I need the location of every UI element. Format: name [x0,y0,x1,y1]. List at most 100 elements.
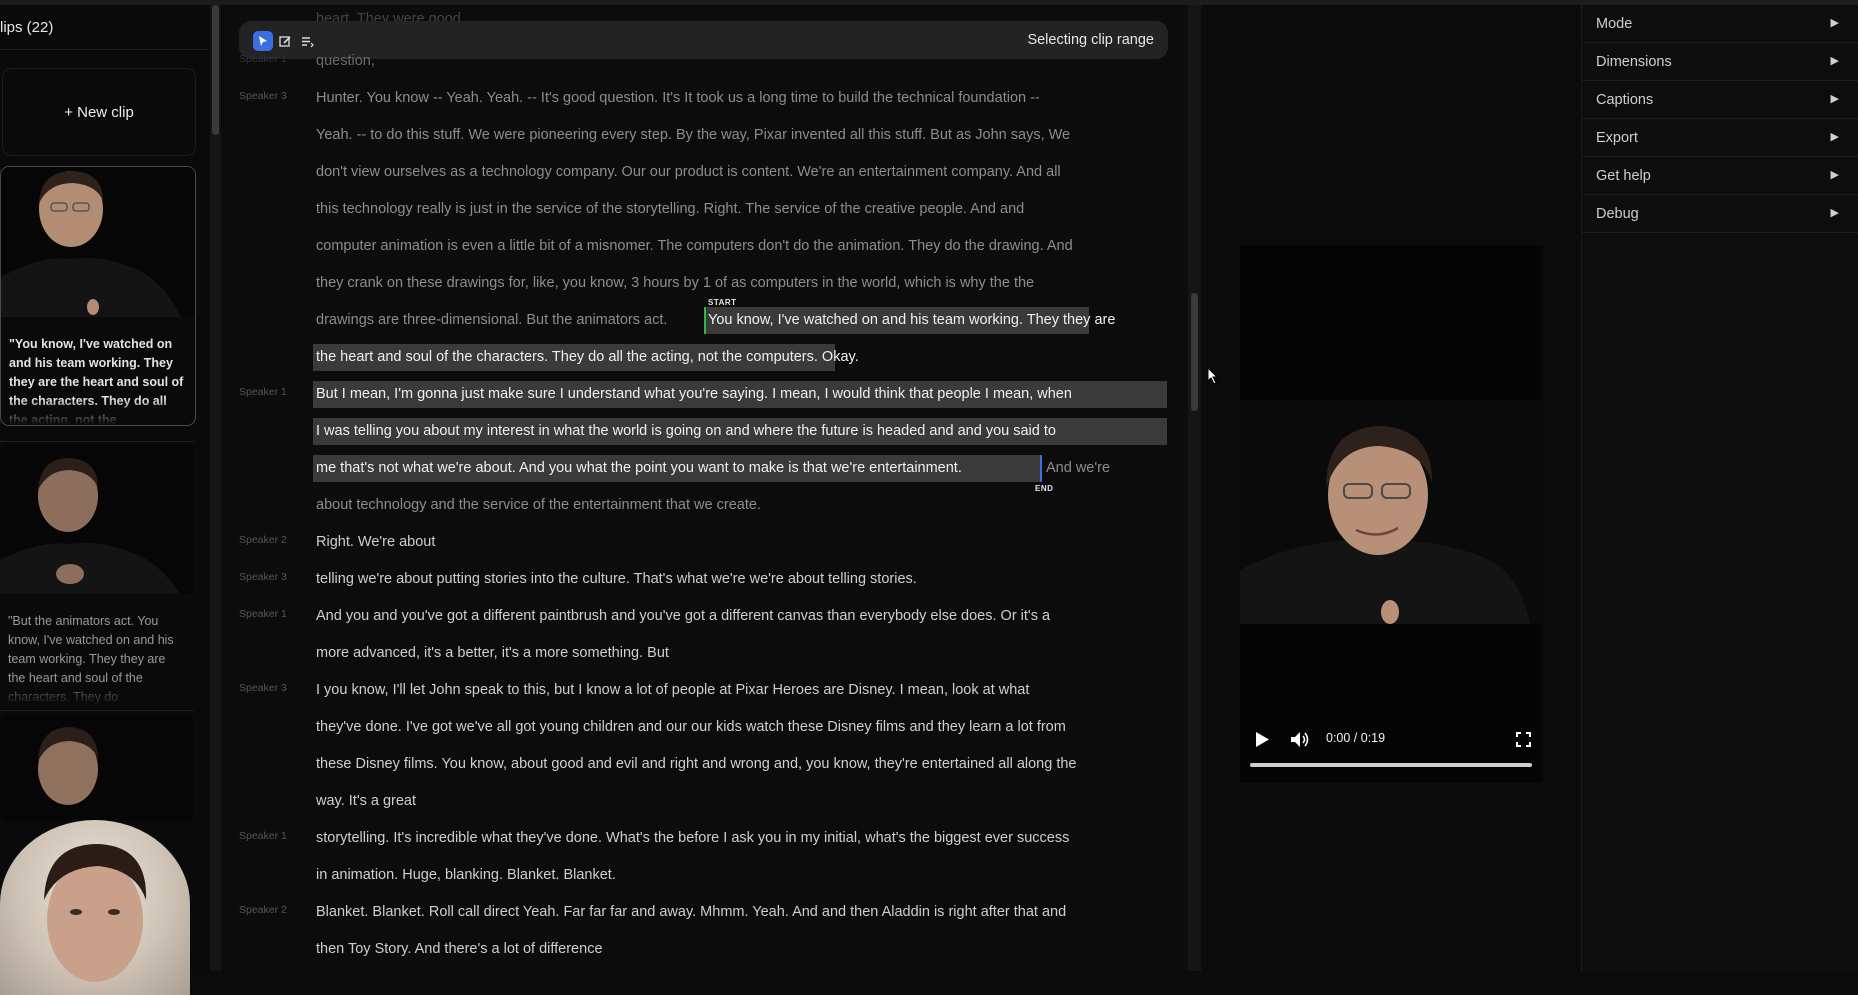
transcript-text: more advanced, it's a better, it's a mor… [316,645,669,661]
chevron-right-icon: ▶ [1830,93,1839,105]
transcript-text: And we're [1046,460,1111,476]
speaker-label: Speaker 3 [239,571,287,583]
speaker-label: Speaker 3 [239,90,287,102]
transcript-line[interactable]: drawings are three-dimensional. But the … [224,298,1190,340]
speaker-label: Speaker 3 [239,682,287,694]
video-player[interactable]: 0:00 / 0:19 [1240,245,1543,783]
clips-scrollbar[interactable] [210,5,221,971]
transcript-line[interactable]: Speaker 1 And you and you've got a diffe… [224,599,1190,636]
clips-header: lips (22) [0,5,208,50]
transcript-text: don't view ourselves as a technology com… [316,164,1061,180]
transcript-panel: heart. They were good Selecting clip ran… [224,5,1190,971]
clips-count-title: lips (22) [0,19,54,36]
menu-item-label: Dimensions [1596,54,1672,70]
menu-item-label: Mode [1596,16,1633,32]
transcript-line[interactable]: about technology and the service of the … [224,488,1190,525]
transcript-line[interactable]: Speaker 3 Hunter. You know -- Yeah. Yeah… [224,81,1190,118]
volume-icon[interactable] [1290,731,1310,748]
transcript-line[interactable]: Speaker 1 question, [224,44,1190,81]
highlighted-text: the heart and soul of the characters. Th… [316,349,859,365]
speaker-label: Speaker 1 [239,830,287,842]
transcript-line[interactable]: Yeah. -- to do this stuff. We were pione… [224,118,1190,155]
transcript-text: then Toy Story. And there's a lot of dif… [316,941,603,957]
clip-card[interactable]: "But the animators act. You know, I've w… [0,444,194,706]
clip-thumbnail [0,713,194,823]
highlighted-text: I was telling you about my interest in w… [316,423,1056,439]
speaker-label: Speaker 2 [239,904,287,916]
transcript-text: Yeah. -- to do this stuff. We were pione… [316,127,1071,143]
menu-item-export[interactable]: Export ▶ [1582,119,1858,157]
menu-item-mode[interactable]: Mode ▶ [1582,5,1858,43]
transcript-text: Right. We're about [316,534,436,550]
mouse-cursor-icon [1207,367,1219,385]
scrollbar-thumb[interactable] [1191,293,1198,411]
transcript-line[interactable]: don't view ourselves as a technology com… [224,155,1190,192]
menu-item-label: Get help [1596,168,1651,184]
transcript-line[interactable]: I was telling you about my interest in w… [224,414,1190,451]
transcript-text: they crank on these drawings for, like, … [316,275,1035,291]
new-clip-button[interactable]: + New clip [2,68,196,156]
clip-thumbnail [0,444,194,594]
scrollbar-thumb[interactable] [212,5,219,135]
chevron-right-icon: ▶ [1830,169,1839,181]
transcript-line[interactable]: then Toy Story. And there's a lot of dif… [224,932,1190,969]
transcript-line[interactable]: more advanced, it's a better, it's a mor… [224,636,1190,673]
transcript-line[interactable]: Speaker 1 storytelling. It's incredible … [224,821,1190,858]
clip-thumbnail [1,167,195,317]
speaker-label: Speaker 1 [239,608,287,620]
transcript-line[interactable]: Speaker 2 Blanket. Blanket. Roll call di… [224,895,1190,932]
menu-item-captions[interactable]: Captions ▶ [1582,81,1858,119]
clips-panel: lips (22) + New clip "You know, I've wat… [0,5,208,995]
webcam-overlay [0,820,190,995]
speaker-label: Speaker 1 [239,386,287,398]
transcript-line[interactable]: they crank on these drawings for, like, … [224,266,1190,303]
video-frame [1240,400,1543,624]
player-controls: 0:00 / 0:19 [1240,723,1543,783]
transcript-text: this technology really is just in the se… [316,201,1025,217]
menu-item-label: Debug [1596,206,1639,222]
menu-item-get-help[interactable]: Get help ▶ [1582,157,1858,195]
clip-card[interactable]: "You know, I've watched on and his team … [0,166,196,426]
transcript-text: drawings are three-dimensional. But the … [316,312,668,328]
play-icon[interactable] [1254,731,1270,748]
menu-item-dimensions[interactable]: Dimensions ▶ [1582,43,1858,81]
menu-item-debug[interactable]: Debug ▶ [1582,195,1858,233]
transcript-text: storytelling. It's incredible what they'… [316,830,1070,846]
transcript-line[interactable]: this technology really is just in the se… [224,192,1190,229]
progress-bar[interactable] [1250,763,1532,767]
transcript-scrollbar[interactable] [1188,5,1201,971]
time-readout: 0:00 / 0:19 [1326,731,1386,745]
transcript-line[interactable]: me that's not what we're about. And you … [224,451,1190,493]
transcript-text: question, [316,53,375,69]
highlighted-text: me that's not what we're about. And you … [316,460,962,476]
transcript-line[interactable]: Speaker 3 telling we're about putting st… [224,562,1190,599]
clip-card[interactable] [0,713,194,823]
selection-end-handle[interactable] [1040,455,1042,482]
transcript-text: Blanket. Blanket. Roll call direct Yeah.… [316,904,1067,920]
selection-start-handle[interactable] [704,307,706,334]
transcript-line[interactable]: they've done. I've got we've all got you… [224,710,1190,747]
start-marker: START [708,298,737,307]
divider [0,441,194,442]
transcript-line[interactable]: Speaker 1 But I mean, I'm gonna just mak… [224,377,1190,414]
transcript-text: Hunter. You know -- Yeah. Yeah. -- It's … [316,90,1040,106]
transcript-line[interactable]: computer animation is even a little bit … [224,229,1190,266]
transcript-line[interactable]: way. It's a great [224,784,1190,821]
transcript-text: computer animation is even a little bit … [316,238,1073,254]
transcript-line[interactable]: in animation. Huge, blanking. Blanket. B… [224,858,1190,895]
transcript-line[interactable]: these Disney films. You know, about good… [224,747,1190,784]
transcript-text: telling we're about putting stories into… [316,571,917,587]
chevron-right-icon: ▶ [1830,55,1839,67]
transcript-text: these Disney films. You know, about good… [316,756,1077,772]
chevron-right-icon: ▶ [1830,17,1839,29]
transcript-text: way. It's a great [316,793,417,809]
transcript-line[interactable]: Speaker 2 Right. We're about [224,525,1190,562]
chevron-right-icon: ▶ [1830,207,1839,219]
transcript-text: about technology and the service of the … [316,497,761,513]
fullscreen-icon[interactable] [1516,732,1531,747]
transcript-text: they've done. I've got we've all got you… [316,719,1066,735]
transcript-line[interactable]: Speaker 3 I you know, I'll let John spea… [224,673,1190,710]
speaker-label: Speaker 1 [239,53,287,65]
transcript-line[interactable]: the heart and soul of the characters. Th… [224,340,1190,377]
divider [0,710,194,711]
